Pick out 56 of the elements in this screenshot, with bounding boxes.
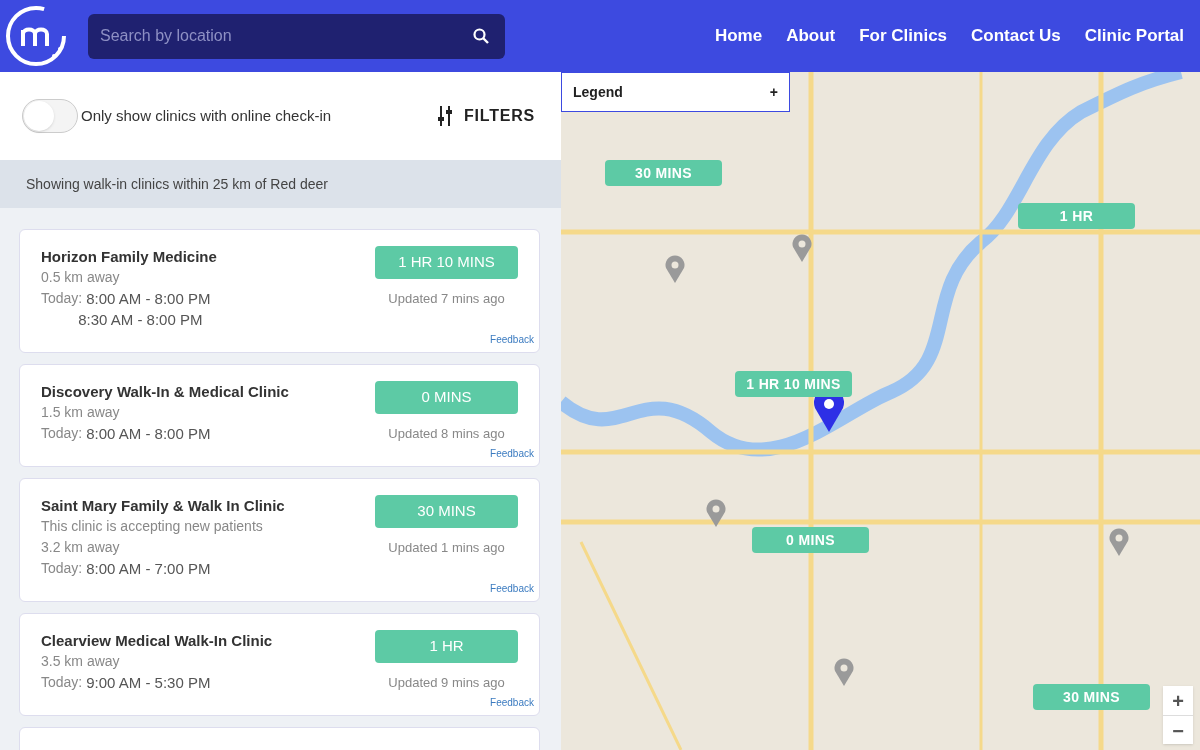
wait-time-badge: 1 HR: [375, 630, 518, 663]
feedback-link[interactable]: Feedback: [490, 581, 534, 596]
map-pin-icon[interactable]: [792, 234, 812, 262]
nav-link[interactable]: About: [786, 23, 836, 49]
search-field[interactable]: Search by location: [88, 13, 505, 59]
hours-text: 8:00 AM - 8:00 PM: [86, 289, 211, 309]
sliders-icon: [437, 106, 452, 126]
feedback-link[interactable]: Feedback: [490, 446, 534, 461]
clinic-card[interactable]: Horizon Family Medicine 0.5 km away Today: 8:00 AM - 8:00 PM 8:30 AM - 8:00 PM 1 HR 10 MINS Updated 7 mins ago Feedback: [19, 229, 540, 353]
clinic-card[interactable]: Discovery Walk-In & Medical Clinic 1.5 km away Today: 8:00 AM - 8:00 PM 0 MINS Updated 8 mins ago Feedback: [19, 364, 540, 467]
clinic-name: Clearview Medical Walk-In Clinic: [41, 631, 273, 651]
zoom-out-button[interactable]: −: [1163, 715, 1193, 744]
nav-link[interactable]: Clinic Portal: [1084, 23, 1184, 49]
hours-text: 8:00 AM - 7:00 PM: [86, 559, 211, 579]
clinic-name: Saint Mary Family & Walk In Clinic: [41, 496, 285, 516]
wait-time-badge: 1 HR 10 MINS: [375, 246, 518, 279]
legend-label: Legend: [573, 82, 623, 102]
clinic-card[interactable]: Saint Mary Family & Walk In Clinic This clinic is accepting new patients 3.2 km away Today: 8:00 AM - 7:00 PM 30 MINS Updated 1 mins ago Feedback: [19, 478, 540, 602]
clinic-distance: 1.5 km away: [41, 403, 121, 422]
search-icon[interactable]: [473, 27, 489, 44]
hours-label: Today:: [41, 559, 83, 578]
nav-link[interactable]: Home: [714, 23, 763, 49]
hours-text: 8:30 AM - 8:00 PM: [78, 310, 204, 330]
logo-icon[interactable]: [4, 4, 68, 68]
wait-time-badge: 30 MINS: [375, 495, 518, 528]
clinic-distance: 3.2 km away: [41, 538, 121, 557]
map-pin-icon[interactable]: [834, 658, 854, 686]
map-pin-icon[interactable]: [706, 499, 726, 527]
results-summary: Showing walk-in clinics within 25 km of Red deer: [26, 174, 328, 194]
wait-time-badge: 0 MINS: [375, 381, 518, 414]
toggle-switch[interactable]: [22, 99, 78, 133]
hours-label: Today:: [41, 673, 83, 692]
expand-button[interactable]: +: [769, 81, 778, 103]
updated-text: Updated 1 mins ago: [388, 539, 505, 557]
clinic-name: Discovery Walk-In & Medical Clinic: [41, 382, 289, 402]
map-pin-icon[interactable]: [1109, 528, 1129, 556]
updated-text: Updated 7 mins ago: [388, 290, 505, 308]
clinic-note: This clinic is accepting new patients: [41, 517, 264, 536]
hours-text: 8:00 AM - 8:00 PM: [86, 424, 211, 444]
legend-panel[interactable]: Legend +: [561, 72, 790, 112]
toggle-label: Only show clinics with online check-in: [81, 105, 332, 126]
nav-link[interactable]: Contact Us: [971, 23, 1061, 49]
zoom-in-button[interactable]: +: [1163, 686, 1193, 715]
feedback-link[interactable]: Feedback: [490, 695, 534, 710]
feedback-link[interactable]: Feedback: [490, 332, 534, 347]
clinic-distance: 3.5 km away: [41, 652, 121, 671]
hours-text: 9:00 AM - 5:30 PM: [86, 673, 211, 693]
filters-button[interactable]: FILTERS: [437, 104, 535, 128]
clinic-name: Horizon Family Medicine: [41, 247, 217, 267]
clinic-card[interactable]: Clearview Medical Walk-In Clinic 3.5 km away Today: 9:00 AM - 5:30 PM 1 HR Updated 9 mins ago Feedback: [19, 613, 540, 716]
map-pin-icon[interactable]: [665, 255, 685, 283]
clinic-distance: 0.5 km away: [41, 268, 121, 287]
updated-text: Updated 9 mins ago: [388, 674, 505, 692]
nav-link[interactable]: For Clinics: [859, 23, 948, 49]
updated-text: Updated 8 mins ago: [388, 425, 505, 443]
hours-label: Today:: [41, 424, 83, 443]
